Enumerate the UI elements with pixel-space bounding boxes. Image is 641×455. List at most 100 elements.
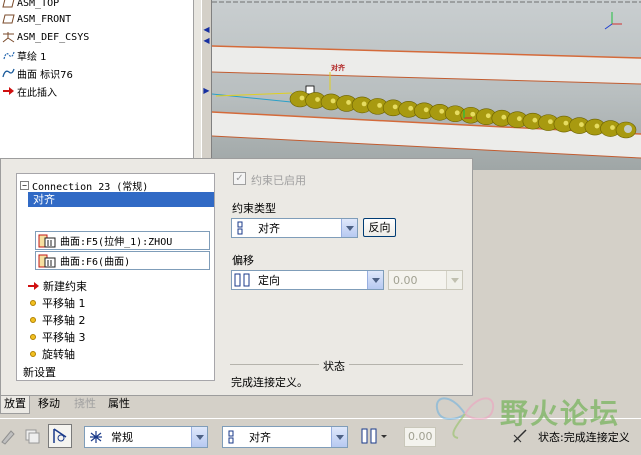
chain-pin [501, 114, 507, 120]
tree-item-label: ASM_TOP [17, 0, 60, 9]
collapse-toggle-icon[interactable]: − [20, 181, 29, 190]
edit-icon[interactable] [0, 424, 20, 448]
surface-reference-icon [36, 252, 58, 269]
axis-dot-icon [30, 334, 36, 340]
tree-scrollbar[interactable] [193, 0, 201, 158]
tree-item-insert-here[interactable]: 在此插入 [0, 83, 57, 99]
chain-pin [454, 110, 460, 116]
status-text: 完成连接定义。 [231, 376, 308, 389]
new-constraint-arrow-icon [28, 282, 39, 290]
chain-pin [470, 111, 476, 117]
offset-label: 偏移 [232, 254, 254, 267]
insert-here-arrow-icon [1, 85, 15, 97]
csys-icon [1, 31, 15, 43]
constraint-annotation-label: 对齐 [331, 64, 345, 72]
chain-pin [532, 117, 538, 123]
axis-item-translate-2[interactable]: 平移轴 2 [27, 312, 86, 328]
chain-pin [392, 104, 398, 110]
new-set-item[interactable]: 新设置 [23, 364, 56, 380]
watermark-text: 野火论坛 [500, 397, 621, 430]
chain-pin [408, 105, 414, 111]
chain-pin [563, 120, 569, 126]
chain-pin [579, 122, 584, 127]
chain-pin [299, 95, 305, 101]
collapse-arrow-icon[interactable]: ◀ [203, 36, 210, 46]
connection-root[interactable]: − Connection_23 (常规) [20, 178, 148, 193]
axis-dot-icon [30, 351, 36, 357]
align-icon [223, 428, 245, 446]
axis-item-translate-3[interactable]: 平移轴 3 [27, 329, 86, 345]
tree-item-label: 草绘 1 [17, 51, 47, 63]
tab-placement[interactable]: 放置 [0, 396, 30, 414]
new-constraint-item[interactable]: 新建约束 [27, 278, 87, 294]
tab-move[interactable]: 移动 [35, 396, 63, 414]
offset-mode-select[interactable]: 定向 [231, 270, 384, 290]
tree-item-label: 曲面 标识76 [17, 69, 73, 81]
tree-item-asm-front[interactable]: ASM_FRONT [0, 11, 71, 27]
datum-plane-icon [1, 13, 15, 25]
watermark-logo: 野火论坛 [430, 386, 641, 446]
chain-pin [377, 102, 383, 108]
tree-item-sketch[interactable]: 草绘 1 [0, 47, 47, 63]
tree-item-asm-def-csys[interactable]: ASM_DEF_CSYS [0, 29, 89, 45]
chain-pin [610, 125, 615, 130]
tree-item-surface[interactable]: 曲面 标识76 [0, 65, 73, 81]
axis-item-rotation[interactable]: 旋转轴 [27, 346, 75, 362]
dropdown-arrow-icon[interactable] [367, 271, 383, 289]
general-connection-icon [85, 428, 107, 446]
chain-pin [547, 119, 553, 125]
chain-pin [516, 116, 522, 122]
dropdown-arrow-icon[interactable] [341, 219, 357, 237]
dropdown-arrow-icon[interactable] [191, 427, 207, 447]
sketch-icon [1, 49, 15, 61]
surface-icon [1, 67, 15, 79]
chain-pin [439, 108, 445, 114]
axis-item-translate-1[interactable]: 平移轴 1 [27, 295, 86, 311]
constraint-item-selected[interactable]: 对齐 [28, 192, 214, 207]
flip-button[interactable]: 反向 [363, 218, 396, 237]
model-tree: ASM_TOP ASM_FRONT ASM_DEF_CSYS 草绘 1 曲面 标… [0, 0, 193, 158]
align-icon [232, 219, 254, 237]
constraint-type-toolbar-select[interactable]: 对齐 [222, 426, 348, 448]
chain-pin [315, 97, 320, 102]
datum-plane-icon [1, 0, 15, 9]
chain-pin [594, 123, 600, 129]
butterfly-logo-icon [435, 397, 495, 439]
assembly-view [212, 1, 641, 159]
chain-pin [485, 113, 491, 119]
collapse-arrow-icon[interactable]: ◀ [203, 25, 210, 35]
chain-pin [330, 98, 336, 104]
tree-item-asm-top[interactable]: ASM_TOP [0, 0, 59, 11]
tree-item-label: ASM_DEF_CSYS [17, 31, 90, 43]
axis-dot-icon [30, 317, 36, 323]
status-title: 状态 [319, 358, 349, 374]
orient-icon [232, 271, 254, 289]
constraint-enabled-checkbox[interactable]: ✓ [233, 172, 246, 185]
tree-item-label: 在此插入 [17, 87, 57, 99]
user-defined-set-icon[interactable] [48, 424, 72, 448]
offset-value-select[interactable]: 0.00 [388, 270, 463, 290]
reference-field-1[interactable]: 曲面:F5(拉伸_1):ZHOU [35, 231, 210, 250]
graphics-viewport[interactable]: 对齐 [212, 0, 641, 170]
copy-icon[interactable] [20, 424, 44, 448]
orient-offset-icon[interactable] [358, 424, 392, 448]
expand-arrow-icon[interactable]: ▶ [203, 86, 210, 96]
chain-pin [361, 101, 367, 107]
surface-reference-icon [36, 232, 58, 249]
chain-end-hole [624, 125, 632, 133]
reference-field-2[interactable]: 曲面:F6(曲面) [35, 251, 210, 270]
axis-dot-icon [30, 300, 36, 306]
dropdown-arrow-icon [446, 271, 462, 289]
constraint-type-label: 约束类型 [232, 202, 276, 215]
panel-splitter[interactable]: ◀ ◀ ▶ [201, 0, 212, 158]
constraint-tree: − Connection_23 (常规) 对齐 曲面:F5(拉伸_1):ZHOU… [16, 173, 215, 381]
chain-pin [423, 107, 429, 113]
connection-type-select[interactable]: 常规 [84, 426, 208, 448]
chain-pin [346, 100, 351, 105]
constraint-enabled-label: 约束已启用 [251, 174, 306, 187]
tab-properties[interactable]: 属性 [105, 396, 133, 414]
dropdown-arrow-icon[interactable] [331, 427, 347, 447]
tab-flexibility: 挠性 [74, 397, 96, 410]
constraint-type-select[interactable]: 对齐 [231, 218, 358, 238]
placement-panel: − Connection_23 (常规) 对齐 曲面:F5(拉伸_1):ZHOU… [0, 158, 473, 396]
